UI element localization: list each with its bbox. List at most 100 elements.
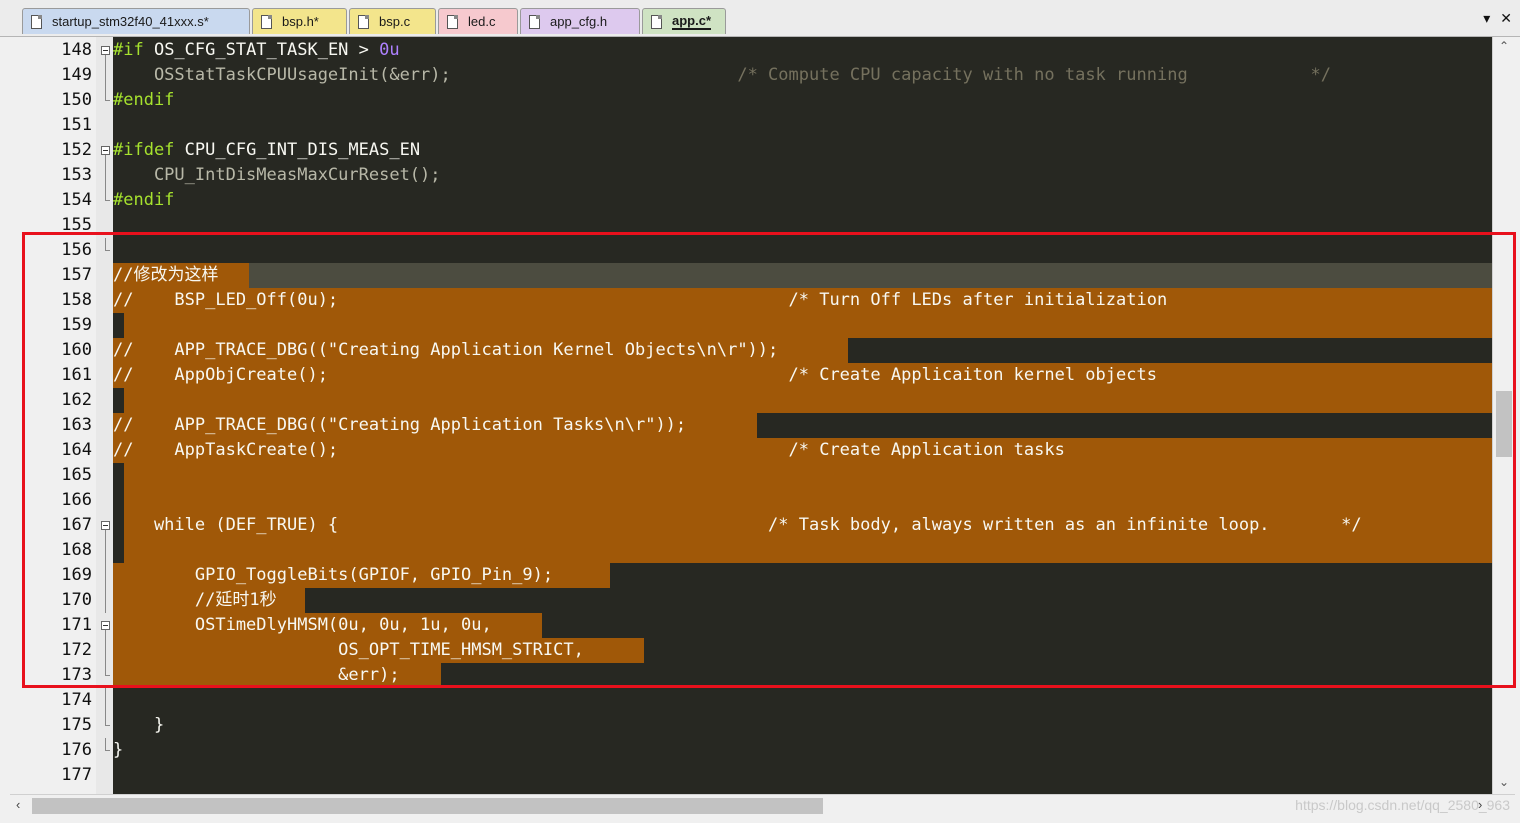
fold-line (105, 630, 106, 638)
code-line[interactable]: &err); (113, 663, 400, 688)
line-number: 173 (61, 665, 92, 685)
scroll-down-icon[interactable]: ⌄ (1493, 775, 1515, 789)
line-number: 158 (61, 290, 92, 310)
code-line[interactable]: while (DEF_TRUE) { /* Task body, always … (113, 513, 1362, 538)
code-line[interactable]: OSTimeDlyHMSM(0u, 0u, 1u, 0u, (113, 613, 492, 638)
tab-app-c[interactable]: app.c* (642, 8, 726, 34)
tab-label: app.c* (672, 13, 712, 30)
code-line[interactable]: // APP_TRACE_DBG(("Creating Application … (113, 413, 686, 438)
fold-toggle-icon[interactable] (101, 46, 110, 55)
line-number: 148 (61, 40, 92, 60)
code-token: OS_OPT_TIME_HMSM_STRICT, (113, 640, 584, 660)
code-token: #endif (113, 90, 175, 110)
code-token: CPU_CFG_INT_DIS_MEAS_EN (174, 140, 421, 160)
line-number: 177 (61, 765, 92, 785)
watermark: https://blog.csdn.net/qq_2580_963 (1295, 797, 1510, 813)
fold-line (105, 63, 106, 88)
code-token: OSTimeDlyHMSM(0u, 0u, 1u, 0u, (113, 615, 492, 635)
line-number: 169 (61, 565, 92, 585)
code-token: #endif (113, 190, 175, 210)
code-token: GPIO_ToggleBits(GPIOF, GPIO_Pin_9); (113, 565, 554, 585)
line-number: 175 (61, 715, 92, 735)
selection-highlight (124, 313, 1492, 338)
line-number: 159 (61, 315, 92, 335)
tab-led-c[interactable]: led.c (438, 8, 518, 34)
fold-toggle-icon[interactable] (101, 621, 110, 630)
code-token: #ifdef (113, 140, 175, 160)
scroll-left-icon[interactable]: ‹ (16, 797, 20, 812)
current-line-highlight (113, 263, 1492, 288)
line-number: 165 (61, 465, 92, 485)
code-line[interactable]: #if OS_CFG_STAT_TASK_EN > 0u (113, 38, 400, 63)
tab-startup-stm32f40-41xxx-s[interactable]: startup_stm32f40_41xxx.s* (22, 8, 250, 34)
code-line[interactable]: #ifdef CPU_CFG_INT_DIS_MEAS_EN (113, 138, 420, 163)
code-token: /* Compute CPU capacity with no task run… (450, 65, 1331, 85)
code-token: 0u (379, 40, 400, 60)
code-line[interactable]: GPIO_ToggleBits(GPIOF, GPIO_Pin_9); (113, 563, 553, 588)
tab-label: app_cfg.h (550, 14, 608, 29)
code-line[interactable]: #endif (113, 88, 174, 113)
code-line[interactable]: // APP_TRACE_DBG(("Creating Application … (113, 338, 778, 363)
code-token: //修改为这样 (113, 265, 219, 285)
tab-list-dropdown-icon[interactable]: ▾ (1483, 10, 1490, 27)
code-editor[interactable]: 148 149 150 151 152 153 154 155 156 157 158 159 160 1… (10, 37, 1492, 794)
code-token: while (DEF_TRUE) { /* Task body, always … (113, 515, 1362, 535)
file-icon (447, 14, 458, 29)
code-line[interactable]: // AppTaskCreate(); /* Create Applicatio… (113, 438, 1065, 463)
fold-line (105, 55, 106, 63)
code-line[interactable]: // BSP_LED_Off(0u); /* Turn Off LEDs aft… (113, 288, 1167, 313)
code-token: // APP_TRACE_DBG(("Creating Application … (113, 340, 779, 360)
close-tab-icon[interactable]: ✕ (1500, 10, 1512, 27)
code-token: // BSP_LED_Off(0u); /* Turn Off LEDs aft… (113, 290, 1168, 310)
line-number: 152 (61, 140, 92, 160)
fold-end-tick (105, 725, 110, 726)
code-token: CPU_IntDisMeasMaxCurReset(); (113, 165, 441, 185)
fold-toggle-icon[interactable] (101, 146, 110, 155)
line-number: 166 (61, 490, 92, 510)
line-number: 150 (61, 90, 92, 110)
vertical-scroll-thumb[interactable] (1496, 391, 1512, 457)
file-icon (529, 14, 540, 29)
tab-label: startup_stm32f40_41xxx.s* (52, 14, 209, 29)
line-number: 151 (61, 115, 92, 135)
code-token: &err); (113, 665, 400, 685)
line-number: 153 (61, 165, 92, 185)
code-line[interactable]: //修改为这样 (113, 263, 218, 288)
fold-toggle-icon[interactable] (101, 521, 110, 530)
tab-controls: ▾ ✕ (1483, 10, 1512, 27)
vertical-scrollbar[interactable]: ⌃ ⌄ (1492, 37, 1515, 794)
code-line[interactable]: //延时1秒 (113, 588, 277, 613)
code-line[interactable]: } (113, 713, 164, 738)
line-number: 167 (61, 515, 92, 535)
code-line[interactable]: OS_OPT_TIME_HMSM_STRICT, (113, 638, 584, 663)
fold-line (105, 638, 106, 663)
fold-end-tick (105, 250, 110, 251)
code-token: } (113, 715, 165, 735)
code-token: OS_CFG_STAT_TASK_EN > (143, 40, 380, 60)
code-line[interactable]: // AppObjCreate(); /* Create Applicaiton… (113, 363, 1157, 388)
code-line[interactable]: OSStatTaskCPUUsageInit(&err); /* Compute… (113, 63, 1331, 88)
tab-bsp-c[interactable]: bsp.c (349, 8, 436, 34)
tab-label: bsp.h* (282, 14, 319, 29)
tab-bsp-h[interactable]: bsp.h* (252, 8, 347, 34)
fold-line (105, 563, 106, 588)
line-number: 163 (61, 415, 92, 435)
code-line[interactable]: } (113, 738, 123, 763)
line-number: 172 (61, 640, 92, 660)
code-token: #if (113, 40, 144, 60)
selection-highlight (124, 463, 1492, 488)
selection-highlight (124, 538, 1492, 563)
code-line[interactable]: CPU_IntDisMeasMaxCurReset(); (113, 163, 441, 188)
line-number: 176 (61, 740, 92, 760)
code-token: OSStatTaskCPUUsageInit(&err); (113, 65, 451, 85)
scroll-up-icon[interactable]: ⌃ (1493, 39, 1515, 53)
code-line[interactable]: #endif (113, 188, 174, 213)
line-number: 174 (61, 690, 92, 710)
file-icon (261, 14, 272, 29)
line-number: 171 (61, 615, 92, 635)
tab-app-cfg-h[interactable]: app_cfg.h (520, 8, 640, 34)
code-area[interactable]: #if OS_CFG_STAT_TASK_EN > 0u OSStatTaskC… (113, 37, 1492, 794)
selection-highlight (124, 388, 1492, 413)
horizontal-scroll-thumb[interactable] (32, 798, 823, 814)
horizontal-scrollbar[interactable]: ‹ › (10, 794, 1515, 817)
